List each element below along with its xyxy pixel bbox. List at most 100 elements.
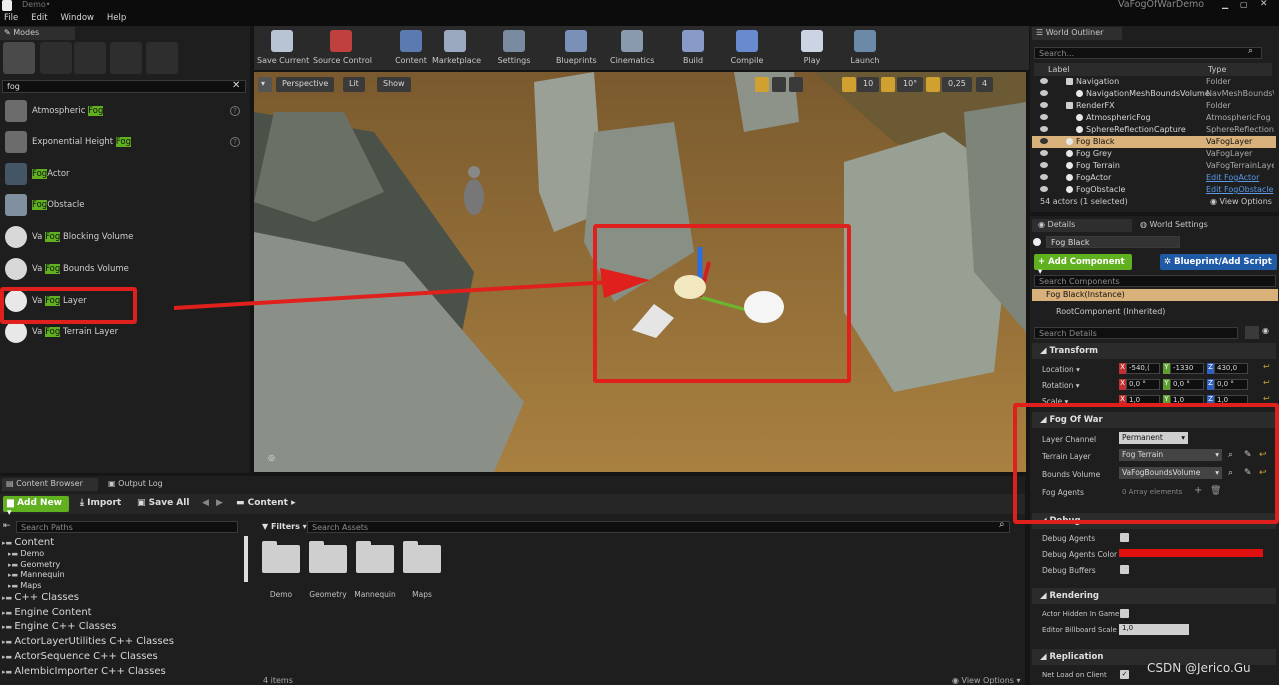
- location-y-input[interactable]: -1330: [1170, 363, 1204, 374]
- outliner-row[interactable]: Fog Grey VaFogLayer: [1032, 148, 1276, 160]
- source-tree-item[interactable]: ▸▬ Engine C++ Classes: [2, 621, 116, 632]
- debug-agents-color-swatch[interactable]: [1119, 549, 1263, 557]
- net-load-checkbox[interactable]: ✓: [1120, 670, 1129, 679]
- import-button[interactable]: ⤓ Import: [80, 498, 121, 508]
- toolbar-button[interactable]: Blueprints: [556, 28, 597, 68]
- reset-to-default-icon[interactable]: ↩: [1263, 378, 1270, 387]
- source-tree-item[interactable]: ▸▬ Mannequin: [8, 570, 65, 579]
- toolbar-button[interactable]: Settings: [497, 28, 531, 68]
- place-item[interactable]: Atmospheric Fog?: [0, 97, 250, 127]
- actor-hidden-checkbox[interactable]: [1120, 609, 1129, 618]
- minimize-button[interactable]: ▁: [1222, 0, 1236, 10]
- add-component-button[interactable]: + Add Component ▾: [1034, 254, 1132, 277]
- visibility-eye-icon[interactable]: [1040, 102, 1048, 108]
- scale-tool-button[interactable]: [789, 77, 803, 92]
- angle-snap-value[interactable]: 10°: [897, 77, 924, 92]
- blueprint-script-button[interactable]: ✲ Blueprint/Add Script: [1160, 254, 1277, 270]
- visibility-eye-icon[interactable]: [1040, 126, 1048, 132]
- root-component-row[interactable]: RootComponent (Inherited): [1056, 307, 1165, 316]
- output-log-tab[interactable]: ▣ Output Log: [104, 478, 194, 491]
- sources-scrollbar[interactable]: [244, 536, 248, 582]
- visibility-eye-icon[interactable]: [1040, 174, 1048, 180]
- menu-help[interactable]: Help: [107, 13, 126, 23]
- help-icon[interactable]: ?: [230, 106, 240, 116]
- scale-snap-value[interactable]: 0,25: [942, 77, 972, 92]
- place-item[interactable]: Exponential Height Fog?: [0, 128, 250, 158]
- menu-edit[interactable]: Edit: [31, 13, 47, 23]
- toolbar-button[interactable]: Content: [394, 28, 428, 68]
- rotate-tool-button[interactable]: [772, 77, 786, 92]
- outliner-view-options[interactable]: ◉ View Options: [1210, 197, 1272, 206]
- outliner-row[interactable]: SphereReflectionCapture SphereReflection(: [1032, 124, 1276, 136]
- help-icon[interactable]: ?: [230, 137, 240, 147]
- debug-agents-checkbox[interactable]: [1120, 533, 1129, 542]
- outliner-row[interactable]: FogObstacle Edit FogObstacle: [1032, 184, 1276, 196]
- location-label[interactable]: Location ▾: [1042, 365, 1080, 374]
- outliner-row[interactable]: Fog Black VaFogLayer: [1032, 136, 1276, 148]
- forward-arrow-icon[interactable]: ▶: [216, 498, 223, 508]
- maximize-button[interactable]: ▢: [1240, 0, 1254, 10]
- modes-tab[interactable]: ✎ Modes: [0, 27, 75, 40]
- visibility-eye-icon[interactable]: [1040, 90, 1048, 96]
- search-paths-input[interactable]: Search Paths: [16, 521, 238, 533]
- folder-asset-icon[interactable]: [403, 541, 441, 573]
- visibility-eye-icon[interactable]: [1040, 78, 1048, 84]
- close-button[interactable]: ✕: [1260, 0, 1274, 9]
- content-view-options[interactable]: ◉ View Options ▾: [952, 676, 1021, 685]
- back-arrow-icon[interactable]: ◀: [202, 498, 209, 508]
- filters-button[interactable]: ▼ Filters ▾: [262, 522, 307, 531]
- menu-file[interactable]: File: [4, 13, 18, 23]
- add-new-button[interactable]: ▆ Add New ▾: [3, 496, 69, 518]
- reset-to-default-icon[interactable]: ↩: [1263, 394, 1270, 403]
- camera-speed-button[interactable]: 4: [976, 77, 994, 92]
- landscape-mode-icon[interactable]: [74, 42, 106, 74]
- outliner-row[interactable]: Fog Terrain VaFogTerrainLaye: [1032, 160, 1276, 172]
- rotation-x-input[interactable]: 0,0 °: [1126, 379, 1160, 390]
- toolbar-button[interactable]: Launch: [848, 28, 882, 68]
- rotation-z-input[interactable]: 0,0 °: [1214, 379, 1248, 390]
- source-tree-item[interactable]: ▸▬ Maps: [8, 581, 41, 590]
- search-details-input[interactable]: Search Details: [1034, 327, 1238, 339]
- debug-buffers-checkbox[interactable]: [1120, 565, 1129, 574]
- visibility-eye-icon[interactable]: [1040, 186, 1048, 192]
- outliner-row[interactable]: RenderFX Folder: [1032, 100, 1276, 112]
- search-components-input[interactable]: Search Components: [1034, 275, 1276, 287]
- component-instance-row[interactable]: Fog Black(Instance): [1032, 289, 1278, 301]
- label-column-header[interactable]: Label: [1048, 65, 1070, 74]
- billboard-scale-input[interactable]: 1,0: [1119, 624, 1189, 635]
- content-browser-tab[interactable]: ▤ Content Browser: [2, 478, 98, 491]
- grid-snap-button[interactable]: [842, 77, 856, 92]
- place-item[interactable]: FogObstacle: [0, 191, 250, 221]
- toolbar-button[interactable]: Cinematics: [610, 28, 654, 68]
- folder-asset-icon[interactable]: [262, 541, 300, 573]
- place-item[interactable]: FogActor: [0, 160, 250, 190]
- visibility-eye-icon[interactable]: [1040, 150, 1048, 156]
- location-x-input[interactable]: -540,(: [1126, 363, 1160, 374]
- angle-snap-button[interactable]: [881, 77, 895, 92]
- paint-mode-icon[interactable]: [40, 42, 72, 74]
- path-breadcrumb[interactable]: ▬ Content ▸: [236, 498, 296, 508]
- save-all-button[interactable]: ▣ Save All: [137, 498, 189, 508]
- toolbar-button[interactable]: Save Current: [257, 28, 309, 68]
- source-tree-item[interactable]: ▸▬ Geometry: [8, 560, 60, 569]
- toolbar-button[interactable]: Marketplace: [432, 28, 481, 68]
- location-z-input[interactable]: 430,0: [1214, 363, 1248, 374]
- clear-search-icon[interactable]: ✕: [232, 80, 240, 91]
- place-search-input[interactable]: fog: [2, 80, 246, 93]
- toolbar-button[interactable]: Build: [678, 28, 708, 68]
- source-tree-item[interactable]: ▸▬ Demo: [8, 549, 44, 558]
- lit-button[interactable]: Lit: [343, 77, 365, 92]
- visibility-eye-icon[interactable]: [1040, 114, 1048, 120]
- rotation-label[interactable]: Rotation ▾: [1042, 381, 1080, 390]
- type-column-header[interactable]: Type: [1208, 65, 1226, 74]
- folder-asset-icon[interactable]: [356, 541, 394, 573]
- outliner-row[interactable]: AtmosphericFog AtmosphericFog: [1032, 112, 1276, 124]
- world-outliner-tab[interactable]: ☰ World Outliner: [1032, 27, 1122, 40]
- outliner-search-input[interactable]: Search...: [1034, 47, 1262, 59]
- source-tree-item[interactable]: ▸▬ AlembicImporter C++ Classes: [2, 666, 166, 677]
- rendering-section[interactable]: ◢ Rendering: [1032, 588, 1276, 604]
- source-tree-item[interactable]: ▸▬ Engine Content: [2, 607, 92, 618]
- source-tree-item[interactable]: ▸▬ Content: [2, 537, 54, 548]
- outliner-row[interactable]: FogActor Edit FogActor: [1032, 172, 1276, 184]
- search-assets-input[interactable]: Search Assets: [307, 521, 1010, 533]
